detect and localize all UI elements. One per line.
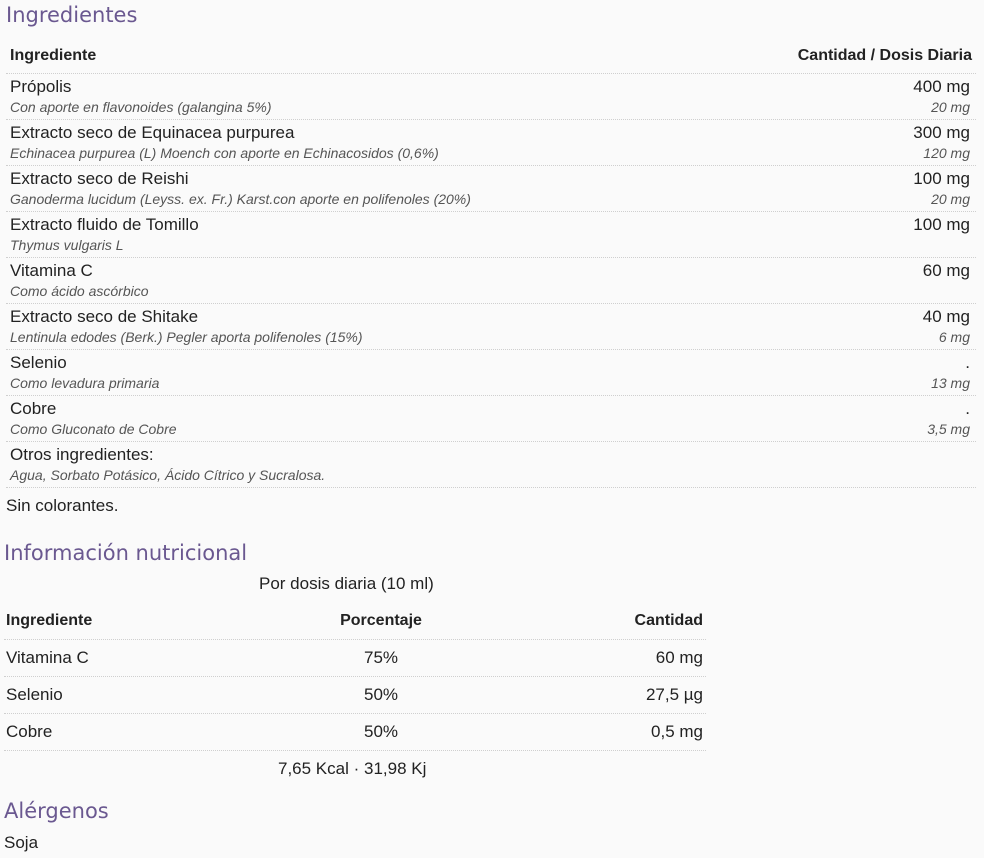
ingredient-name: Otros ingredientes: (10, 445, 154, 464)
ingredient-amount: 400 mg (913, 77, 970, 96)
table-row: Extracto seco de Shitake Lentinula edode… (6, 304, 976, 350)
table-row: Cobre Como Gluconato de Cobre . 3,5 mg (6, 396, 976, 442)
ingredient-name: Vitamina C (10, 261, 93, 280)
table-row: Extracto seco de Reishi Ganoderma lucidu… (6, 166, 976, 212)
header-quantity: Cantidad / Dosis Diaria (797, 46, 972, 64)
ingredient-name: Extracto seco de Reishi (10, 169, 189, 188)
table-row: Otros ingredientes: Agua, Sorbato Potási… (6, 442, 976, 488)
nutrient-percent: 75% (363, 648, 399, 667)
ingredient-sub-amount: 120 mg (923, 145, 970, 161)
ingredient-sub-amount: 20 mg (931, 99, 970, 115)
ingredient-amount: 100 mg (913, 215, 970, 234)
ingredient-sub-amount: 13 mg (931, 375, 970, 391)
nutrition-energy: 7,65 Kcal · 31,98 Kj (278, 759, 427, 778)
nutrient-name: Selenio (6, 685, 63, 704)
nutrient-amount: 0,5 mg (651, 722, 703, 741)
nutrition-dose: Por dosis diaria (10 ml) (259, 574, 434, 593)
table-row: Extracto seco de Equinacea purpurea Echi… (6, 120, 976, 166)
ingredient-amount: 300 mg (913, 123, 970, 142)
nutrient-percent: 50% (363, 722, 399, 741)
ingredient-name: Extracto fluido de Tomillo (10, 215, 199, 234)
ingredient-amount: 40 mg (922, 307, 970, 326)
nutrition-table: Ingrediente Porcentaje Cantidad Vitamina… (4, 602, 706, 751)
header-ingredient: Ingrediente (6, 611, 93, 629)
ingredient-name: Extracto seco de Equinacea purpurea (10, 123, 295, 142)
nutrient-name: Vitamina C (6, 648, 89, 667)
ingredient-description: Como levadura primaria (10, 375, 160, 391)
table-row: Selenio Como levadura primaria . 13 mg (6, 350, 976, 396)
nutrient-percent: 50% (363, 685, 399, 704)
allergens-text: Soja (4, 833, 39, 852)
nutrient-amount: 27,5 µg (645, 685, 703, 704)
ingredient-name: Cobre (10, 399, 57, 418)
ingredient-sub-amount: 6 mg (938, 329, 970, 345)
nutrition-table-header: Ingrediente Porcentaje Cantidad (4, 602, 706, 640)
ingredient-amount: 60 mg (922, 261, 970, 280)
table-row: Vitamina C Como ácido ascórbico 60 mg (6, 258, 976, 304)
ingredient-name: Selenio (10, 353, 67, 372)
table-row: Própolis Con aporte en flavonoides (gala… (6, 74, 976, 120)
header-percentage: Porcentaje (340, 611, 422, 629)
ingredient-sub-amount: 20 mg (931, 191, 970, 207)
ingredient-name: Extracto seco de Shitake (10, 307, 199, 326)
table-row: Vitamina C 75% 60 mg (4, 640, 706, 677)
ingredient-description: Agua, Sorbato Potásico, Ácido Cítrico y … (10, 467, 326, 483)
table-row: Extracto fluido de Tomillo Thymus vulgar… (6, 212, 976, 258)
ingredients-note: Sin colorantes. (6, 496, 119, 515)
table-row: Cobre 50% 0,5 mg (4, 714, 706, 751)
ingredient-name: Própolis (10, 77, 72, 96)
ingredient-description: Ganoderma lucidum (Leyss. ex. Fr.) Karst… (10, 191, 471, 207)
ingredient-description: Lentinula edodes (Berk.) Pegler aporta p… (10, 329, 363, 345)
header-ingredient: Ingrediente (10, 46, 97, 64)
ingredient-amount: . (965, 353, 970, 372)
ingredients-table-header: Ingrediente Cantidad / Dosis Diaria (6, 38, 976, 74)
ingredient-amount: . (965, 399, 970, 418)
ingredient-description: Como Gluconato de Cobre (10, 421, 177, 437)
allergens-title: Alérgenos (4, 799, 109, 823)
ingredient-amount: 100 mg (913, 169, 970, 188)
nutrient-amount: 60 mg (655, 648, 703, 667)
table-row: Selenio 50% 27,5 µg (4, 677, 706, 714)
ingredient-sub-amount: 3,5 mg (927, 421, 970, 437)
header-amount: Cantidad (634, 611, 703, 629)
ingredient-description: Con aporte en flavonoides (galangina 5%) (10, 99, 272, 115)
nutrient-name: Cobre (6, 722, 53, 741)
ingredient-description: Echinacea purpurea (L) Moench con aporte… (10, 145, 439, 161)
ingredients-table: Ingrediente Cantidad / Dosis Diaria Próp… (6, 38, 976, 488)
ingredient-description: Como ácido ascórbico (10, 283, 149, 299)
nutrition-title: Información nutricional (4, 541, 248, 565)
ingredient-description: Thymus vulgaris L (10, 237, 124, 253)
ingredients-title: Ingredientes (6, 3, 138, 27)
